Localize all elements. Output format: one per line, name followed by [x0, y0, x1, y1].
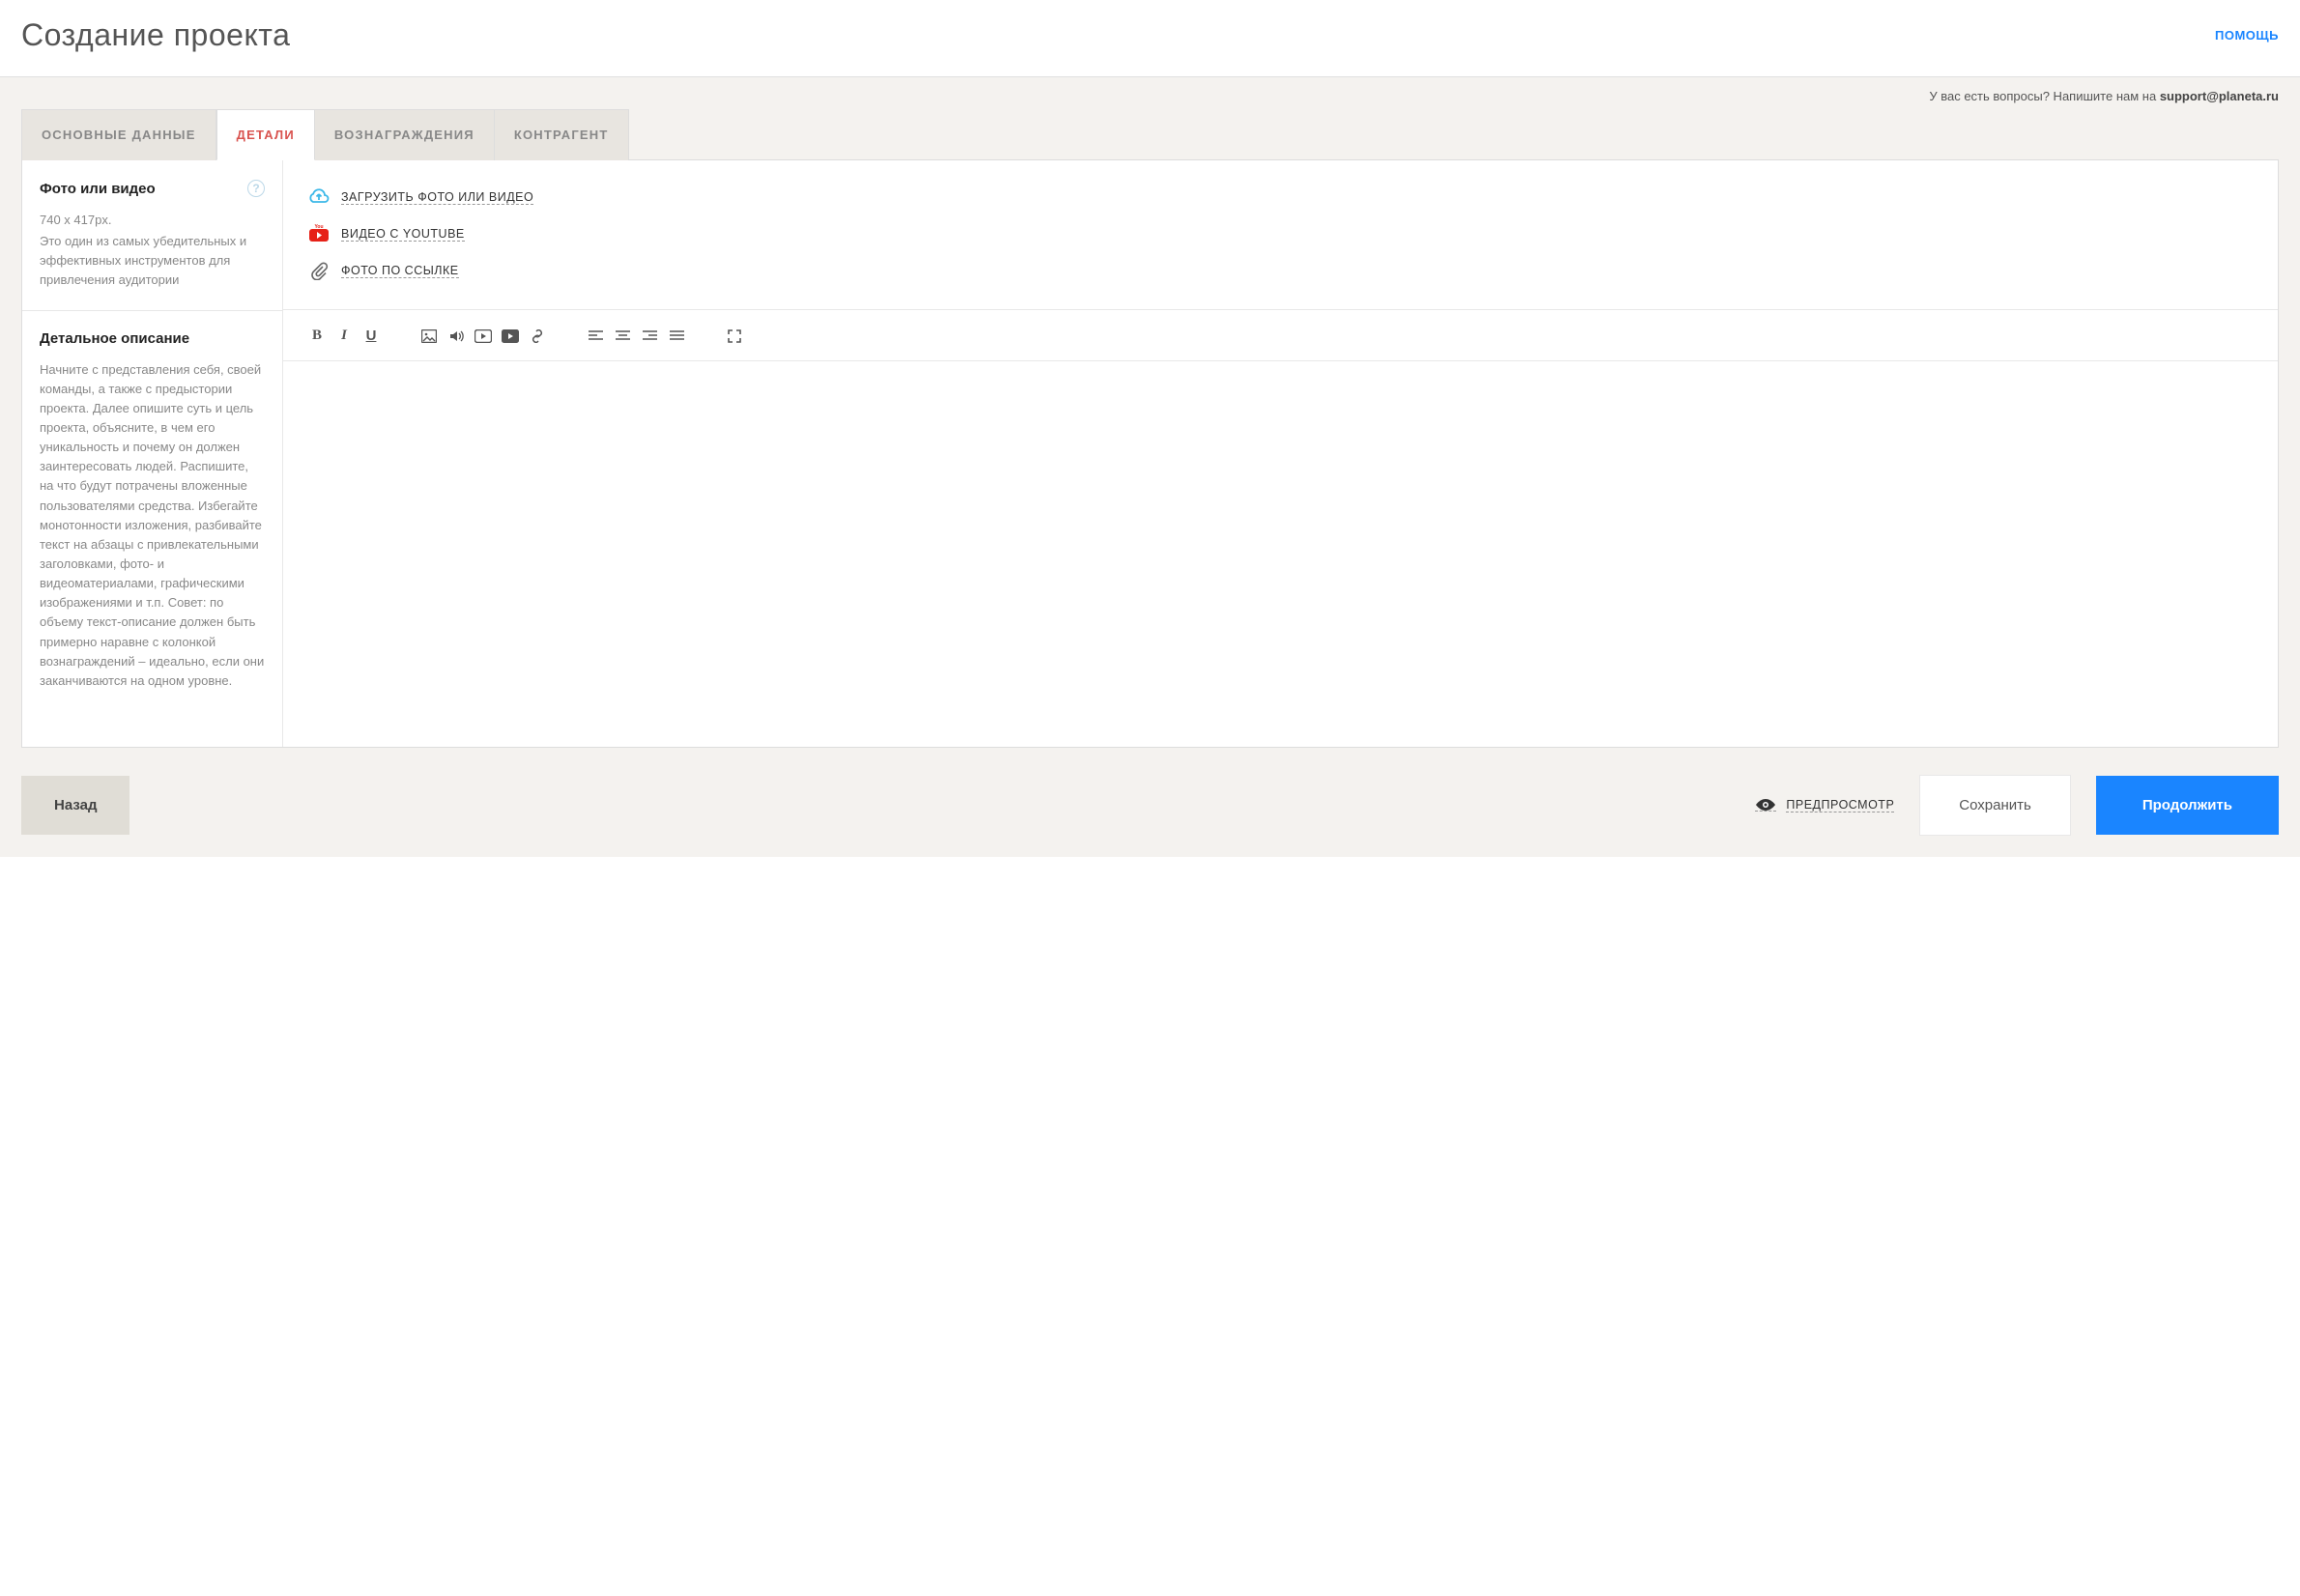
media-title: Фото или видео — [40, 181, 156, 197]
media-dimensions: 740 x 417px. — [40, 211, 265, 230]
page-header: Создание проекта ПОМОЩЬ — [0, 0, 2300, 77]
video-icon[interactable] — [474, 328, 492, 345]
support-prefix: У вас есть вопросы? Напишите нам на — [1929, 89, 2159, 103]
attachment-icon — [308, 261, 330, 280]
preview-link[interactable]: ПРЕДПРОСМОТР — [1755, 798, 1894, 812]
editor-toolbar: B I U — [308, 322, 2253, 351]
support-text: У вас есть вопросы? Напишите нам на supp… — [21, 77, 2279, 109]
preview-label: ПРЕДПРОСМОТР — [1786, 798, 1894, 812]
cloud-upload-icon — [308, 187, 330, 207]
tab-basic-data[interactable]: ОСНОВНЫЕ ДАННЫЕ — [21, 109, 216, 160]
upload-photo-video[interactable]: ЗАГРУЗИТЬ ФОТО ИЛИ ВИДЕО — [308, 187, 2253, 207]
image-icon[interactable] — [420, 328, 438, 345]
media-description: Это один из самых убедительных и эффекти… — [40, 232, 265, 290]
support-email[interactable]: support@planeta.ru — [2160, 89, 2279, 103]
align-left-icon[interactable] — [587, 328, 604, 345]
tab-rewards[interactable]: ВОЗНАГРАЖДЕНИЯ — [315, 109, 495, 160]
upload-options: ЗАГРУЗИТЬ ФОТО ИЛИ ВИДЕО You ВИДЕО С YOU… — [283, 160, 2278, 310]
upload-youtube-label: ВИДЕО С YOUTUBE — [341, 227, 465, 242]
eye-icon — [1755, 798, 1776, 812]
description-sidebar: Детальное описание Начните с представлен… — [22, 310, 283, 747]
page-title: Создание проекта — [21, 17, 290, 53]
footer-actions: Назад ПРЕДПРОСМОТР Сохранить Продолжить — [21, 775, 2279, 836]
media-sidebar: Фото или видео ? 740 x 417px. Это один и… — [22, 160, 283, 310]
tab-counterparty[interactable]: КОНТРАГЕНТ — [495, 109, 629, 160]
youtube-icon: You — [308, 224, 330, 243]
link-icon[interactable] — [529, 328, 546, 345]
description-title: Детальное описание — [40, 330, 189, 347]
italic-button[interactable]: I — [335, 328, 353, 345]
audio-icon[interactable] — [447, 328, 465, 345]
align-center-icon[interactable] — [614, 328, 631, 345]
underline-button[interactable]: U — [362, 328, 380, 345]
upload-youtube[interactable]: You ВИДЕО С YOUTUBE — [308, 224, 2253, 243]
main-panel: Фото или видео ? 740 x 417px. Это один и… — [21, 159, 2279, 748]
align-justify-icon[interactable] — [668, 328, 685, 345]
continue-button[interactable]: Продолжить — [2096, 776, 2279, 835]
upload-by-link-label: ФОТО ПО ССЫЛКЕ — [341, 264, 459, 278]
help-icon[interactable]: ? — [247, 180, 265, 197]
upload-photo-video-label: ЗАГРУЗИТЬ ФОТО ИЛИ ВИДЕО — [341, 190, 533, 205]
upload-by-link[interactable]: ФОТО ПО ССЫЛКЕ — [308, 261, 2253, 280]
description-help-text: Начните с представления себя, своей кома… — [40, 360, 265, 691]
description-editor[interactable] — [283, 360, 2278, 747]
align-right-icon[interactable] — [641, 328, 658, 345]
save-button[interactable]: Сохранить — [1919, 775, 2071, 836]
tabs-bar: ОСНОВНЫЕ ДАННЫЕ ДЕТАЛИ ВОЗНАГРАЖДЕНИЯ КО… — [21, 109, 2279, 160]
fullscreen-icon[interactable] — [726, 328, 743, 345]
bold-button[interactable]: B — [308, 328, 326, 345]
tab-details[interactable]: ДЕТАЛИ — [216, 109, 315, 160]
back-button[interactable]: Назад — [21, 776, 129, 835]
help-link[interactable]: ПОМОЩЬ — [2215, 28, 2279, 43]
svg-text:You: You — [314, 224, 323, 230]
editor-area: B I U — [283, 310, 2278, 747]
youtube-embed-icon[interactable] — [502, 328, 519, 345]
